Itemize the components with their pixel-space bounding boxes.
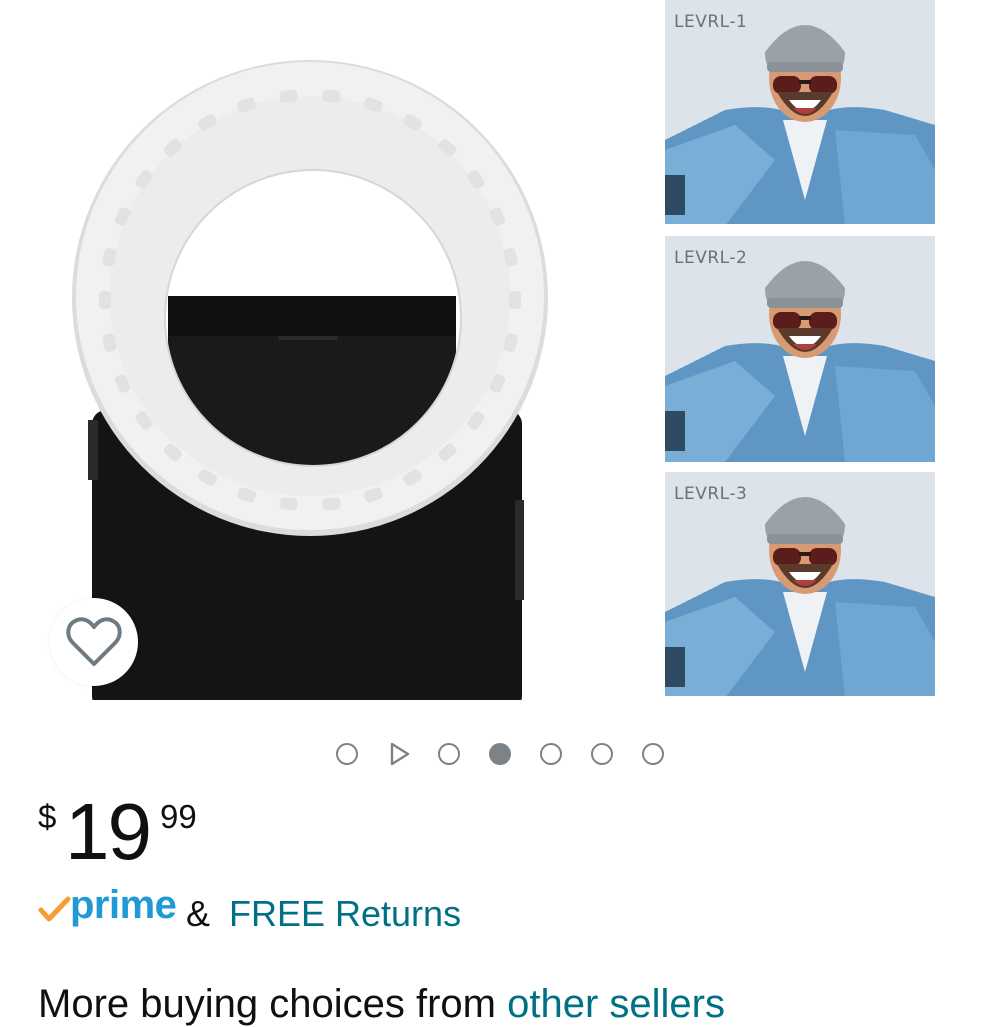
led-dot [279,497,298,511]
comparison-label: LEVRL-3 [674,484,748,504]
led-dot [509,291,521,309]
carousel-dot[interactable] [438,743,460,765]
comparison-image-2[interactable]: LEVRL-2 [665,236,935,462]
price: $ 19 99 [38,787,238,876]
led-dot [279,89,298,103]
comparison-image-1[interactable]: LEVRL-1 [665,0,935,224]
buying-choices-label: More buying choices from [38,982,508,1026]
person-photo [665,0,935,224]
ampersand-text: & [186,893,211,934]
person-photo [665,472,935,696]
wishlist-button[interactable] [50,598,138,686]
price-fraction: 99 [160,798,197,835]
carousel-dot[interactable] [591,743,613,765]
image-carousel-indicator [336,741,693,767]
carousel-dot-active[interactable] [489,743,511,765]
prime-label: prime [70,883,177,927]
carousel-dot[interactable] [540,743,562,765]
price-currency-symbol: $ [38,798,57,835]
carousel-dot[interactable] [642,743,664,765]
price-whole: 19 [65,787,152,876]
comparison-label: LEVRL-2 [674,248,748,268]
carousel-dot[interactable] [336,743,358,765]
free-returns-link[interactable]: FREE Returns [229,893,461,935]
led-dot [99,291,111,309]
play-icon[interactable] [387,742,411,766]
led-dot [322,497,341,511]
other-sellers-link[interactable]: other sellers [507,982,725,1026]
buying-choices-text: More buying choices from other sellers [38,982,725,1027]
person-photo [665,236,935,462]
comparison-label: LEVRL-1 [674,12,748,32]
prime-logo: prime [36,880,184,930]
delivery-info: prime & FREE Returns [36,880,936,940]
led-dot [322,89,341,103]
product-main-image[interactable] [0,0,620,700]
prime-check-icon [38,896,71,922]
heart-outline-icon [66,617,122,666]
comparison-image-3[interactable]: LEVRL-3 [665,472,935,696]
